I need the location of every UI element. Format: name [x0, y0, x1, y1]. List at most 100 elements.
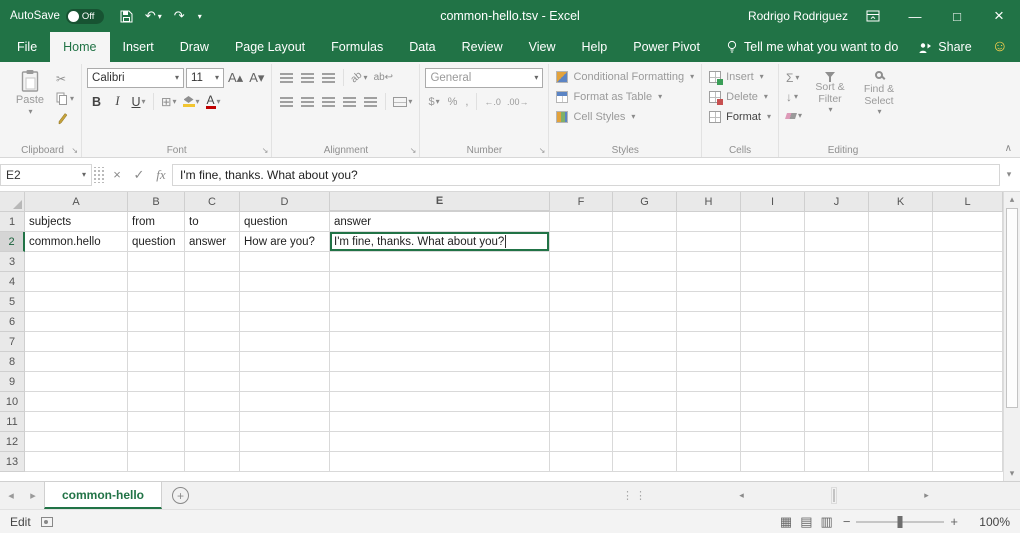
cell-L11[interactable] — [933, 412, 1003, 432]
font-color-button[interactable]: A▾ — [204, 92, 223, 112]
horizontal-scrollbar[interactable]: ◂ ▸ — [652, 482, 1020, 509]
number-dialog-launcher[interactable]: ↘ — [539, 146, 546, 155]
sort-filter-dropdown-icon[interactable]: ▾ — [828, 105, 832, 114]
cell-I6[interactable] — [741, 312, 805, 332]
cell-K10[interactable] — [869, 392, 933, 412]
cell-A8[interactable] — [25, 352, 128, 372]
copy-dropdown-icon[interactable]: ▾ — [70, 94, 74, 103]
scroll-up-icon[interactable]: ▴ — [1004, 192, 1020, 207]
row-header-6[interactable]: 6 — [0, 312, 25, 332]
cell-G5[interactable] — [613, 292, 677, 312]
clear-button[interactable]: ▾ — [784, 107, 804, 124]
ribbon-tab-draw[interactable]: Draw — [167, 32, 222, 62]
ribbon-display-options-button[interactable] — [866, 9, 880, 23]
ribbon-tab-power-pivot[interactable]: Power Pivot — [620, 32, 713, 62]
formula-bar-splitter[interactable] — [94, 167, 104, 183]
shrink-font-button[interactable]: A▾ — [247, 68, 266, 88]
cell-A12[interactable] — [25, 432, 128, 452]
cell-H11[interactable] — [677, 412, 741, 432]
cell-J6[interactable] — [805, 312, 869, 332]
horizontal-scroll-thumb[interactable] — [833, 489, 835, 502]
save-button[interactable] — [120, 10, 133, 23]
cell-K6[interactable] — [869, 312, 933, 332]
cell-F2[interactable] — [550, 232, 613, 252]
cell-K13[interactable] — [869, 452, 933, 472]
underline-dropdown-icon[interactable]: ▾ — [142, 97, 146, 106]
cell-B2[interactable]: question — [128, 232, 185, 252]
cell-H13[interactable] — [677, 452, 741, 472]
format-dropdown-icon[interactable]: ▾ — [767, 112, 771, 121]
cell-D2[interactable]: How are you? — [240, 232, 330, 252]
autosave-toggle[interactable]: Off — [66, 9, 104, 24]
cell-F5[interactable] — [550, 292, 613, 312]
insert-function-button[interactable]: fx — [150, 164, 172, 186]
borders-button[interactable]: ⊞▾ — [159, 92, 179, 112]
cell-C6[interactable] — [185, 312, 240, 332]
cell-J10[interactable] — [805, 392, 869, 412]
font-color-dropdown-icon[interactable]: ▾ — [217, 97, 221, 106]
row-header-8[interactable]: 8 — [0, 352, 25, 372]
cell-J1[interactable] — [805, 212, 869, 232]
cell-L12[interactable] — [933, 432, 1003, 452]
borders-dropdown-icon[interactable]: ▾ — [173, 97, 177, 106]
cell-F13[interactable] — [550, 452, 613, 472]
insert-dropdown-icon[interactable]: ▾ — [760, 72, 764, 81]
cell-B9[interactable] — [128, 372, 185, 392]
align-left-button[interactable] — [277, 92, 296, 112]
cell-H5[interactable] — [677, 292, 741, 312]
cell-H1[interactable] — [677, 212, 741, 232]
cell-K8[interactable] — [869, 352, 933, 372]
column-header-I[interactable]: I — [741, 192, 805, 212]
cell-B13[interactable] — [128, 452, 185, 472]
cell-E6[interactable] — [330, 312, 550, 332]
cell-L1[interactable] — [933, 212, 1003, 232]
scroll-left-icon[interactable]: ◂ — [652, 488, 831, 503]
format-painter-button[interactable] — [54, 110, 76, 127]
cell-D10[interactable] — [240, 392, 330, 412]
cell-F9[interactable] — [550, 372, 613, 392]
increase-decimal-button[interactable]: ←.0 — [482, 97, 503, 107]
cell-E10[interactable] — [330, 392, 550, 412]
cell-B5[interactable] — [128, 292, 185, 312]
autosum-button[interactable]: Σ▾ — [784, 69, 804, 86]
conditional-formatting-dropdown-icon[interactable]: ▾ — [690, 72, 694, 81]
cell-L9[interactable] — [933, 372, 1003, 392]
insert-cells-button[interactable]: Insert▾ — [707, 67, 773, 86]
cell-H12[interactable] — [677, 432, 741, 452]
expand-formula-bar-icon[interactable]: ▾ — [1000, 169, 1018, 180]
format-as-table-button[interactable]: Format as Table▾ — [554, 87, 696, 106]
row-header-9[interactable]: 9 — [0, 372, 25, 392]
cell-D6[interactable] — [240, 312, 330, 332]
cell-D4[interactable] — [240, 272, 330, 292]
fill-color-button[interactable]: ▾ — [181, 92, 202, 112]
column-header-F[interactable]: F — [550, 192, 613, 212]
cell-E3[interactable] — [330, 252, 550, 272]
column-header-J[interactable]: J — [805, 192, 869, 212]
number-format-dropdown-icon[interactable]: ▾ — [534, 73, 538, 82]
increase-indent-button[interactable] — [361, 92, 380, 112]
cell-E2[interactable]: I'm fine, thanks. What about you? — [330, 232, 550, 252]
ribbon-tab-page-layout[interactable]: Page Layout — [222, 32, 318, 62]
cell-B12[interactable] — [128, 432, 185, 452]
cell-L4[interactable] — [933, 272, 1003, 292]
cell-K12[interactable] — [869, 432, 933, 452]
ribbon-tab-help[interactable]: Help — [569, 32, 621, 62]
delete-dropdown-icon[interactable]: ▾ — [764, 92, 768, 101]
bold-button[interactable]: B — [87, 92, 106, 112]
cell-C9[interactable] — [185, 372, 240, 392]
cell-E1[interactable]: answer — [330, 212, 550, 232]
cell-E9[interactable] — [330, 372, 550, 392]
row-header-10[interactable]: 10 — [0, 392, 25, 412]
cell-C4[interactable] — [185, 272, 240, 292]
cell-D1[interactable]: question — [240, 212, 330, 232]
alignment-dialog-launcher[interactable]: ↘ — [410, 146, 417, 155]
ribbon-tab-file[interactable]: File — [4, 32, 50, 62]
underline-button[interactable]: U▾ — [129, 92, 148, 112]
conditional-formatting-button[interactable]: Conditional Formatting▾ — [554, 67, 696, 86]
row-header-12[interactable]: 12 — [0, 432, 25, 452]
cell-C5[interactable] — [185, 292, 240, 312]
page-layout-view-button[interactable]: ▤ — [800, 514, 812, 530]
close-button[interactable]: × — [978, 0, 1020, 32]
cell-J9[interactable] — [805, 372, 869, 392]
cell-D12[interactable] — [240, 432, 330, 452]
